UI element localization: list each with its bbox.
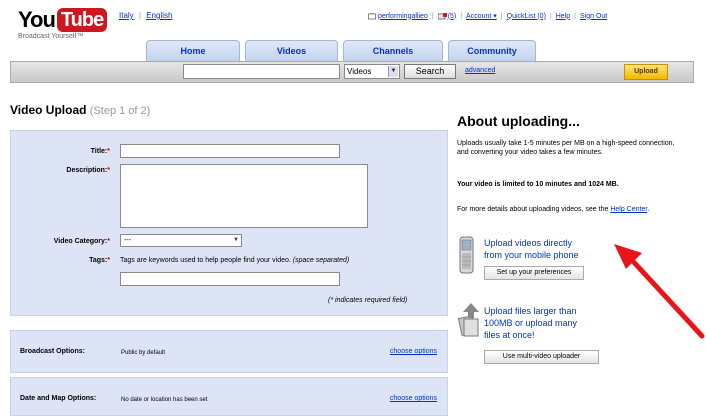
tagline: Broadcast Yourself™ xyxy=(18,33,84,40)
date-map-options-panel: Date and Map Options: No date or locatio… xyxy=(10,377,448,416)
page-title: Video Upload (Step 1 of 2) xyxy=(10,103,150,117)
chevron-down-icon: ▼ xyxy=(388,66,398,77)
account-menu[interactable]: Account ▾ xyxy=(466,12,497,20)
quicklist-link[interactable]: QuickList (0) xyxy=(507,13,546,20)
user-bar: performingallieo | (5) | Account ▾ | Qui… xyxy=(368,12,607,20)
video-category-select[interactable]: --- ▼ xyxy=(120,234,242,247)
date-map-options-value: No date or location has been set xyxy=(121,397,208,403)
broadcast-choose-options-link[interactable]: choose options xyxy=(390,348,437,355)
mobile-phone-icon xyxy=(458,236,476,278)
date-map-choose-options-link[interactable]: choose options xyxy=(390,395,437,402)
tags-hint: Tags are keywords used to help people fi… xyxy=(120,257,350,264)
search-input[interactable] xyxy=(183,64,340,79)
page-title-text: Video Upload xyxy=(10,103,87,117)
upload-button[interactable]: Upload xyxy=(624,64,668,80)
logo-you-text: You xyxy=(18,7,56,32)
country-link[interactable]: Italy xyxy=(119,11,134,20)
help-link[interactable]: Help xyxy=(556,13,570,20)
broadcast-options-value: Public by default xyxy=(121,350,166,356)
broadcast-options-label: Broadcast Options: xyxy=(20,348,85,355)
youtube-logo[interactable]: You Tube xyxy=(18,7,108,32)
broadcast-options-panel: Broadcast Options: Public by default cho… xyxy=(10,330,448,373)
tab-videos[interactable]: Videos xyxy=(245,40,338,61)
step-indicator: (Step 1 of 2) xyxy=(89,105,151,117)
tab-home[interactable]: Home xyxy=(146,40,240,61)
search-category-value: Videos xyxy=(347,67,372,76)
inbox-icon xyxy=(437,12,447,20)
title-field[interactable] xyxy=(120,144,340,158)
tab-community[interactable]: Community xyxy=(448,40,536,61)
sign-out-link[interactable]: Sign Out xyxy=(580,13,607,20)
user-icon xyxy=(368,12,376,20)
about-uploading-heading: About uploading... xyxy=(457,113,580,129)
video-category-value: --- xyxy=(124,237,131,244)
tags-label: Tags:* xyxy=(89,257,110,264)
tags-field[interactable] xyxy=(120,272,340,286)
search-category-select[interactable]: Videos ▼ xyxy=(344,64,400,79)
language-link[interactable]: English xyxy=(146,11,172,20)
chevron-down-icon: ▼ xyxy=(233,237,239,243)
username-link[interactable]: performingallieo xyxy=(378,13,428,20)
description-field[interactable] xyxy=(120,164,368,228)
description-label: Description:* xyxy=(66,167,110,174)
date-map-options-label: Date and Map Options: xyxy=(20,395,97,402)
required-note: (* indicates required field) xyxy=(328,297,408,304)
video-category-label: Video Category:* xyxy=(53,238,110,245)
help-center-link[interactable]: Help Center xyxy=(610,206,647,213)
tab-channels[interactable]: Channels xyxy=(343,40,443,61)
messages-link[interactable]: (5) xyxy=(448,13,457,20)
annotation-arrow xyxy=(614,244,706,342)
language-selector: Italy | English xyxy=(119,11,175,20)
advanced-search-link[interactable]: advanced xyxy=(465,67,495,74)
search-button[interactable]: Search xyxy=(404,64,456,79)
upload-time-info: Uploads usually take 1-5 minutes per MB … xyxy=(457,140,675,156)
help-center-info: For more details about uploading videos,… xyxy=(457,206,650,213)
main-nav-tabs: Home Videos Channels Community xyxy=(146,40,536,61)
logo-tube-text: Tube xyxy=(56,8,108,32)
upload-limit-info: Your video is limited to 10 minutes and … xyxy=(457,181,619,188)
multi-upload-icon xyxy=(457,303,483,339)
multi-video-uploader-button[interactable]: Use multi-video uploader xyxy=(484,350,599,364)
title-label: Title:* xyxy=(90,148,110,155)
setup-preferences-button[interactable]: Set up your preferences xyxy=(484,266,584,280)
lang-separator: | xyxy=(138,11,141,20)
